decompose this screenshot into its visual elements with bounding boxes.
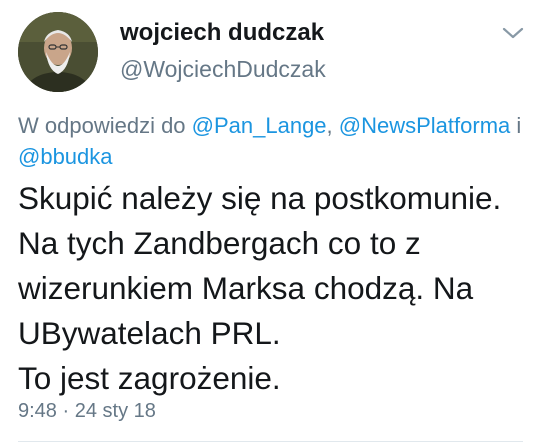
tweet-text-line: Na tych Zandbergach co to z bbox=[18, 225, 421, 261]
tweet-timestamp[interactable]: 9:48 · 24 sty 18 bbox=[18, 398, 156, 424]
tweet-text-line: UBywatelach PRL. bbox=[18, 315, 281, 351]
author-block: wojciech dudczak @WojciechDudczak bbox=[120, 18, 326, 84]
divider bbox=[18, 441, 523, 442]
mention-separator: , bbox=[326, 113, 339, 138]
chevron-down-icon[interactable] bbox=[500, 24, 526, 42]
mention-link[interactable]: @NewsPlatforma bbox=[339, 113, 511, 138]
reply-context: W odpowiedzi do @Pan_Lange, @NewsPlatfor… bbox=[18, 110, 523, 172]
tweet-date: 24 sty 18 bbox=[74, 400, 156, 422]
tweet-text: Skupić należy się na postkomunie. Na tyc… bbox=[18, 176, 533, 401]
author-handle[interactable]: @WojciechDudczak bbox=[120, 54, 326, 84]
tweet-text-line: Skupić należy się na postkomunie. bbox=[18, 180, 502, 216]
mention-link[interactable]: @bbudka bbox=[18, 144, 113, 169]
mention-conjunction: i bbox=[510, 113, 522, 138]
author-display-name[interactable]: wojciech dudczak bbox=[120, 18, 326, 48]
mention-link[interactable]: @Pan_Lange bbox=[192, 113, 327, 138]
reply-prefix: W odpowiedzi do bbox=[18, 113, 192, 138]
avatar[interactable] bbox=[18, 12, 98, 92]
tweet-text-line: wizerunkiem Marksa chodzą. Na bbox=[18, 270, 474, 306]
tweet-text-line: To jest zagrożenie. bbox=[18, 360, 281, 396]
tweet-card: wojciech dudczak @WojciechDudczak W odpo… bbox=[0, 0, 540, 446]
tweet-time: 9:48 bbox=[18, 400, 57, 422]
timestamp-separator: · bbox=[56, 400, 75, 422]
profile-photo-icon bbox=[18, 12, 98, 92]
